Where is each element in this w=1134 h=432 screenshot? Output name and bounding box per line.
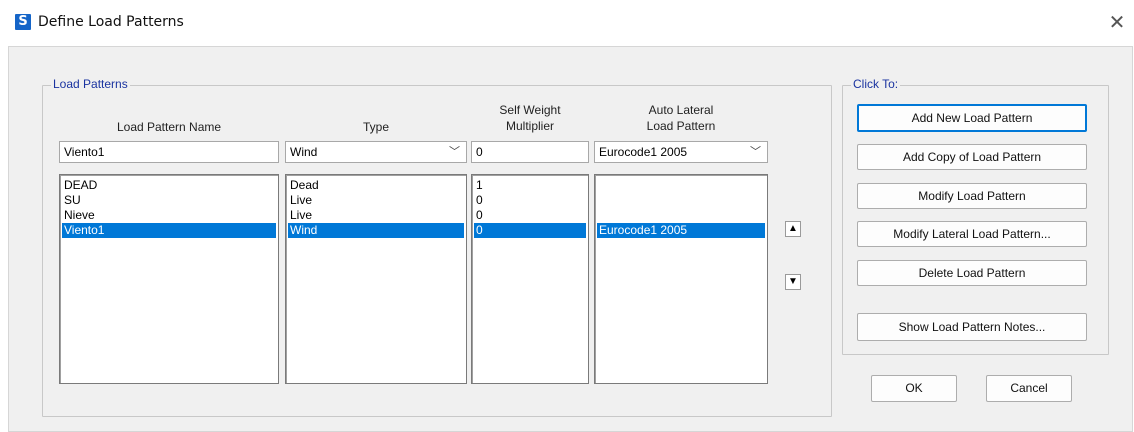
title-bar: S Define Load Patterns ✕ [0, 0, 1134, 46]
header-load-pattern-name: Load Pattern Name [116, 120, 222, 134]
self-weight-multiplier-input[interactable]: 0 [471, 141, 589, 163]
cancel-button[interactable]: Cancel [986, 375, 1072, 402]
list-item[interactable]: Nieve [62, 208, 276, 223]
list-item[interactable]: 0 [474, 193, 586, 208]
type-list[interactable]: Dead Live Live Wind [285, 174, 467, 384]
move-up-arrow-icon[interactable]: ▲ [785, 221, 801, 237]
list-item[interactable] [597, 178, 765, 193]
list-item-selected[interactable]: 0 [474, 223, 586, 238]
list-item[interactable]: Live [288, 208, 464, 223]
add-copy-load-pattern-button[interactable]: Add Copy of Load Pattern [857, 144, 1087, 170]
ok-button[interactable]: OK [871, 375, 957, 402]
auto-lateral-dropdown-value: Eurocode1 2005 [599, 145, 688, 159]
show-load-pattern-notes-button[interactable]: Show Load Pattern Notes... [857, 313, 1087, 341]
modify-load-pattern-button[interactable]: Modify Load Pattern [857, 183, 1087, 209]
auto-lateral-list[interactable]: Eurocode1 2005 [594, 174, 768, 384]
dialog-body: Load Patterns Load Pattern Name Type Sel… [8, 46, 1133, 432]
list-item[interactable]: Live [288, 193, 464, 208]
header-self-weight-line2: Multiplier [505, 119, 554, 133]
list-item[interactable] [597, 193, 765, 208]
type-dropdown[interactable]: Wind ﹀ [285, 141, 467, 163]
list-item[interactable] [597, 208, 765, 223]
list-item-selected[interactable]: Viento1 [62, 223, 276, 238]
load-patterns-group-title: Load Patterns [51, 77, 130, 91]
header-type: Type [362, 120, 389, 134]
auto-lateral-dropdown[interactable]: Eurocode1 2005 ﹀ [594, 141, 768, 163]
list-item[interactable]: DEAD [62, 178, 276, 193]
close-icon[interactable]: ✕ [1104, 9, 1130, 35]
click-to-group-title: Click To: [851, 77, 901, 91]
header-auto-lateral-line2: Load Pattern [646, 119, 716, 133]
chevron-down-icon: ﹀ [449, 146, 460, 158]
header-auto-lateral: Auto Lateral Load Pattern [594, 102, 768, 134]
header-self-weight-line1: Self Weight [499, 103, 561, 117]
list-item[interactable]: Dead [288, 178, 464, 193]
list-item[interactable]: 1 [474, 178, 586, 193]
list-item-selected[interactable]: Eurocode1 2005 [597, 223, 765, 238]
load-pattern-name-input[interactable]: Viento1 [59, 141, 279, 163]
header-auto-lateral-line1: Auto Lateral [648, 103, 714, 117]
list-item[interactable]: 0 [474, 208, 586, 223]
list-item[interactable]: SU [62, 193, 276, 208]
window-title: Define Load Patterns [38, 14, 184, 30]
add-new-load-pattern-button[interactable]: Add New Load Pattern [857, 104, 1087, 132]
app-logo-icon: S [15, 14, 31, 30]
chevron-down-icon: ﹀ [750, 146, 761, 158]
modify-lateral-load-pattern-button[interactable]: Modify Lateral Load Pattern... [857, 221, 1087, 247]
list-item-selected[interactable]: Wind [288, 223, 464, 238]
delete-load-pattern-button[interactable]: Delete Load Pattern [857, 260, 1087, 286]
type-dropdown-value: Wind [290, 145, 318, 159]
move-down-arrow-icon[interactable]: ▼ [785, 274, 801, 290]
name-list[interactable]: DEAD SU Nieve Viento1 [59, 174, 279, 384]
header-self-weight: Self Weight Multiplier [471, 102, 589, 134]
multiplier-list[interactable]: 1 0 0 0 [471, 174, 589, 384]
